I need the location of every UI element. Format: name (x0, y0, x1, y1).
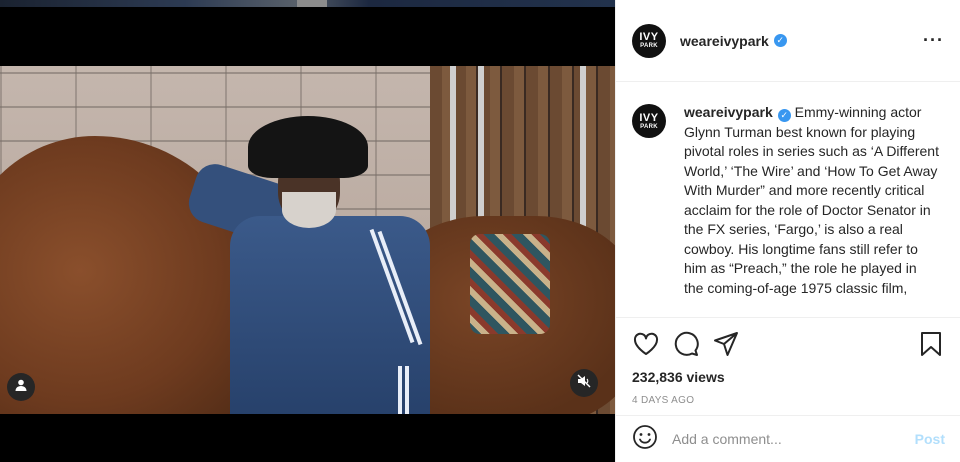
comment-icon[interactable] (672, 330, 700, 358)
emoji-icon[interactable] (632, 424, 658, 455)
view-count[interactable]: 232,836 views (632, 369, 945, 385)
mute-toggle-button[interactable] (570, 369, 598, 397)
post-date[interactable]: 4 DAYS AGO (632, 395, 945, 406)
cowboy-figure (183, 116, 470, 414)
verified-badge-icon: ✓ (777, 109, 791, 122)
media-pane (0, 0, 615, 462)
caption-area[interactable]: IVY PARK weareivypark ✓ Emmy-winning acto… (616, 83, 960, 317)
more-options-button[interactable]: ··· (923, 30, 944, 51)
heart-icon[interactable] (632, 330, 660, 358)
user-tag-button[interactable] (7, 373, 35, 401)
saddle-pad (470, 234, 550, 334)
avatar[interactable]: IVY PARK (632, 23, 666, 58)
avatar-text-line2: PARK (640, 123, 658, 130)
post-side-panel: IVY PARK weareivypark ✓ ··· IVY PARK wea… (615, 0, 960, 462)
comment-input[interactable] (672, 431, 915, 447)
avatar-text-line1: IVY (639, 31, 659, 43)
caption-text-block: weareivypark ✓ Emmy-winning actor Glynn T… (684, 103, 940, 317)
bookmark-icon[interactable] (917, 330, 945, 358)
comment-box: Post (616, 415, 960, 462)
user-tag-icon (14, 378, 28, 397)
previous-post-strip (0, 0, 615, 7)
share-icon[interactable] (712, 330, 740, 358)
post-comment-button[interactable]: Post (915, 431, 945, 447)
video-player[interactable] (0, 66, 615, 414)
action-icon-row (632, 328, 945, 360)
post-header: IVY PARK weareivypark ✓ ··· (616, 0, 960, 82)
caption-avatar[interactable]: IVY PARK (632, 104, 666, 138)
avatar-text-line2: PARK (640, 43, 658, 49)
username-link[interactable]: weareivypark (680, 33, 769, 49)
action-bar: 232,836 views 4 DAYS AGO (616, 317, 960, 415)
avatar-text-line1: IVY (639, 111, 659, 124)
muted-audio-icon (577, 374, 591, 393)
verified-badge-icon: ✓ (773, 34, 787, 47)
caption-text: Emmy-winning actor Glynn Turman best kno… (684, 104, 939, 296)
caption-username-link[interactable]: weareivypark (684, 104, 773, 120)
